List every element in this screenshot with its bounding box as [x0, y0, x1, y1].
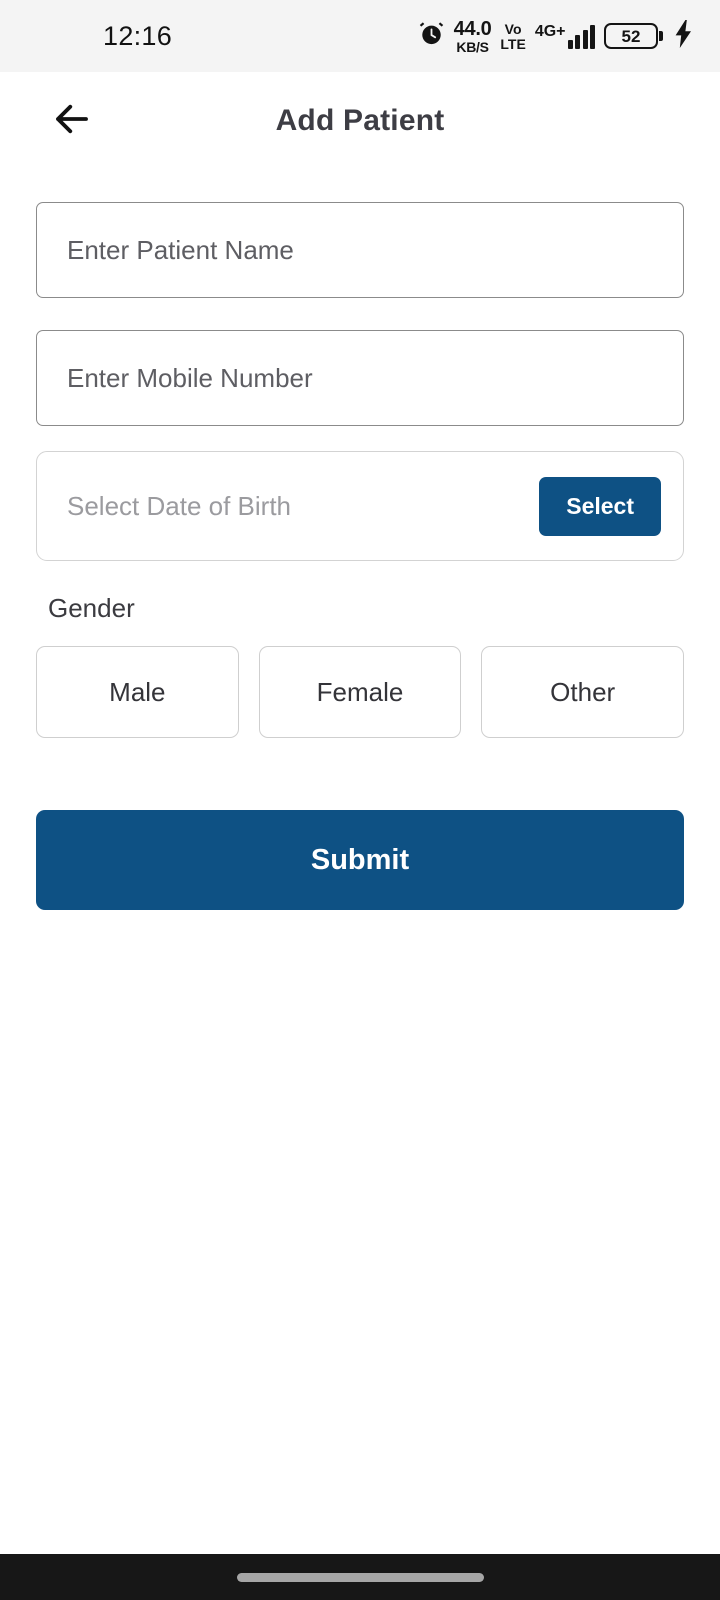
gender-options: Male Female Other	[36, 646, 685, 738]
date-of-birth-field[interactable]: Select Date of Birth Select	[36, 451, 684, 561]
network-speed-value: 44.0	[453, 17, 492, 40]
app-header: Add Patient	[0, 72, 720, 170]
page-title: Add Patient	[275, 104, 445, 137]
alarm-clock-icon	[418, 20, 445, 52]
battery-level-label: 52	[621, 26, 641, 46]
battery-cap	[659, 31, 663, 41]
mobile-number-placeholder: Enter Mobile Number	[67, 362, 313, 393]
gender-option-male[interactable]: Male	[36, 646, 239, 738]
battery-body: 52	[604, 23, 658, 49]
gender-label: Gender	[48, 593, 135, 623]
back-button[interactable]	[40, 89, 104, 153]
phone-screen: 12:16 44.0 KB/S Vo LTE 4G+ 52 Add Patien…	[0, 0, 720, 1600]
volte-icon: Vo LTE	[500, 22, 525, 51]
gender-option-other[interactable]: Other	[481, 646, 685, 738]
select-date-button[interactable]: Select	[539, 476, 661, 536]
submit-button[interactable]: Submit	[36, 810, 684, 910]
system-navigation-bar	[0, 1554, 720, 1600]
status-bar: 12:16 44.0 KB/S Vo LTE 4G+ 52	[0, 0, 720, 72]
network-type-label: 4G+	[534, 22, 566, 40]
patient-name-placeholder: Enter Patient Name	[67, 234, 294, 265]
battery-icon: 52	[604, 23, 663, 49]
date-of-birth-placeholder: Select Date of Birth	[67, 490, 291, 521]
home-indicator[interactable]	[236, 1572, 484, 1582]
add-patient-form: Enter Patient Name Enter Mobile Number S…	[0, 170, 720, 1554]
network-speed-unit: KB/S	[456, 38, 489, 55]
gender-option-female[interactable]: Female	[258, 646, 462, 738]
charging-bolt-icon	[674, 19, 694, 53]
signal-indicator: 4G+	[534, 22, 595, 49]
volte-label-bottom: LTE	[500, 35, 526, 52]
signal-bars-icon	[567, 24, 595, 49]
back-arrow-icon	[51, 98, 93, 145]
patient-name-field[interactable]: Enter Patient Name	[36, 202, 684, 298]
status-bar-clock: 12:16	[103, 20, 173, 51]
volte-label-top: Vo	[504, 20, 522, 37]
mobile-number-field[interactable]: Enter Mobile Number	[36, 330, 684, 426]
network-speed-indicator: 44.0 KB/S	[454, 19, 492, 54]
status-bar-indicators: 44.0 KB/S Vo LTE 4G+ 52	[418, 19, 694, 54]
